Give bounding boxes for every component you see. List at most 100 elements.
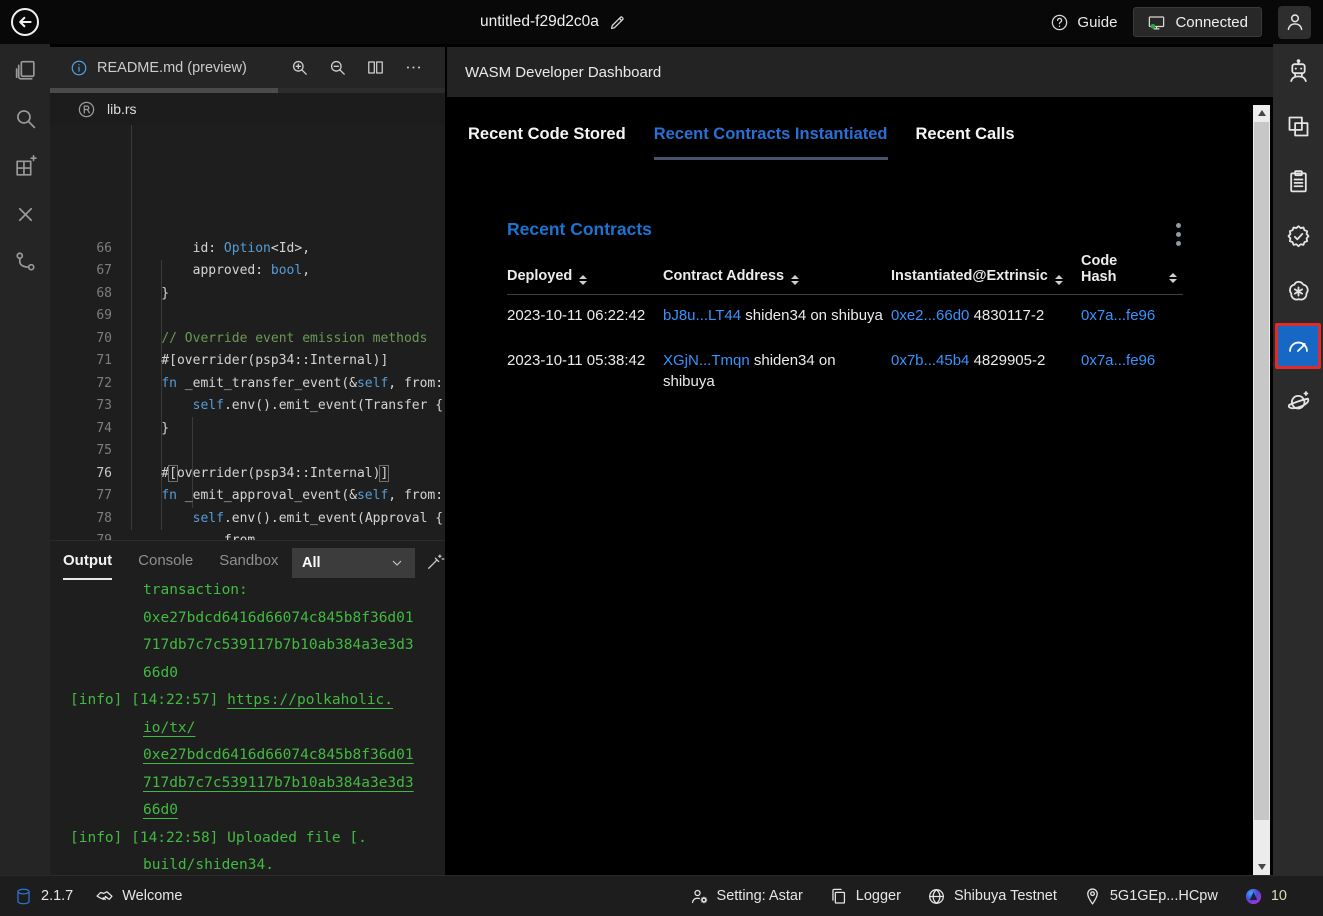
- status-item-logger[interactable]: Logger: [829, 887, 901, 906]
- status-bar-left: 2.1.7 Welcome: [14, 887, 182, 906]
- line-number: 70: [50, 328, 112, 351]
- scroll-up-button[interactable]: [1253, 105, 1270, 121]
- log-output[interactable]: transaction: 0xe27bdcd6416d66074c845b8f36…: [50, 577, 445, 875]
- code-text: }: [130, 283, 169, 306]
- extrinsic-link[interactable]: 0xe2...66d0: [891, 307, 969, 324]
- line-number: 69: [50, 305, 112, 328]
- tab-lib-rs[interactable]: lib.rs: [107, 101, 137, 117]
- edit-title-icon[interactable]: [608, 13, 627, 32]
- line-number: 74: [50, 418, 112, 441]
- log-link[interactable]: https://polkaholic.: [227, 692, 393, 708]
- code-hash-link[interactable]: 0x7a...fe96: [1081, 352, 1155, 369]
- planet-icon[interactable]: [1275, 378, 1321, 424]
- panel-tab-sandbox[interactable]: Sandbox: [219, 552, 278, 571]
- profile-button[interactable]: [1278, 6, 1311, 39]
- code-line: 69: [50, 305, 445, 328]
- contract-address-link[interactable]: XGjN...Tmqn: [663, 352, 750, 369]
- dashboard-tab-recent-calls[interactable]: Recent Calls: [916, 125, 1015, 160]
- files-icon[interactable]: [0, 46, 50, 94]
- robot-icon[interactable]: [1275, 48, 1321, 94]
- split-editor-icon[interactable]: [366, 58, 385, 77]
- column-header-contract-address[interactable]: Contract Address: [663, 253, 891, 295]
- code-editor[interactable]: 66 id: Option<Id>,67 approved: bool,68 }…: [50, 125, 445, 540]
- openai-icon[interactable]: [1275, 268, 1321, 314]
- column-header-code-hash[interactable]: Code Hash: [1081, 253, 1183, 295]
- log-text: transaction:: [143, 582, 248, 598]
- scrollbar-thumb[interactable]: [1254, 122, 1269, 820]
- sort-icon[interactable]: [1169, 273, 1177, 283]
- certificate-badge-icon[interactable]: [1275, 213, 1321, 259]
- code-line: 76 #[overrider(psp34::Internal)]: [50, 463, 445, 486]
- column-header-instantiated-extrinsic[interactable]: Instantiated@Extrinsic: [891, 253, 1081, 295]
- log-filter-value: All: [302, 555, 321, 571]
- more-menu-icon[interactable]: [1174, 221, 1183, 248]
- line-number: 78: [50, 508, 112, 531]
- back-icon[interactable]: [10, 7, 40, 37]
- status-item-welcome[interactable]: Welcome: [95, 887, 182, 906]
- zoom-in-icon[interactable]: [290, 58, 309, 77]
- contracts-table: DeployedContract AddressInstantiated@Ext…: [507, 253, 1183, 406]
- top-bar: untitled-f29d2c0a Guide Connected: [0, 0, 1323, 44]
- status-item-10[interactable]: 10: [1244, 887, 1287, 906]
- dashboard-tab-recent-contracts-instantiated[interactable]: Recent Contracts Instantiated: [654, 125, 888, 160]
- code-text: self.env().emit_event(Transfer { f: [130, 395, 445, 418]
- code-hash-link[interactable]: 0x7a...fe96: [1081, 307, 1155, 324]
- line-number: 75: [50, 440, 112, 463]
- extrinsic-link[interactable]: 0x7b...45b4: [891, 352, 969, 369]
- log-line: 717db7c7c539117b7b10ab384a3e3d3: [50, 770, 445, 798]
- collapse-icon[interactable]: [0, 190, 50, 238]
- log-link[interactable]: io/tx/: [143, 720, 195, 736]
- panel-tab-console[interactable]: Console: [138, 552, 193, 571]
- grid-plus-icon[interactable]: [0, 142, 50, 190]
- preview-tab-bar: README.md (preview): [50, 47, 445, 88]
- question-circle-icon: [1050, 13, 1069, 32]
- more-actions-icon[interactable]: [404, 58, 423, 77]
- code-hash-cell: 0x7a...fe96: [1081, 295, 1183, 340]
- contract-address-link[interactable]: bJ8u...LT44: [663, 307, 741, 324]
- log-link[interactable]: 717db7c7c539117b7b10ab384a3e3d3: [143, 775, 414, 791]
- logger-icon: [829, 887, 848, 906]
- column-header-deployed[interactable]: Deployed: [507, 253, 663, 295]
- code-line: 78 self.env().emit_event(Approval {: [50, 508, 445, 531]
- handshake-icon: [95, 887, 114, 906]
- code-text: #[overrider(psp34::Internal)]: [130, 350, 388, 373]
- extrinsic-cell: 0xe2...66d0 4830117-2: [891, 295, 1081, 340]
- git-branch-icon[interactable]: [0, 238, 50, 286]
- clear-output-icon[interactable]: [425, 552, 445, 572]
- deployed-cell: 2023-10-11 06:22:42: [507, 295, 663, 340]
- editor-region: README.md (preview) lib.rs 66 id: Option…: [50, 47, 445, 875]
- guide-label: Guide: [1077, 14, 1117, 31]
- column-label: Instantiated@Extrinsic: [891, 268, 1048, 284]
- status-item-shibuya-testnet[interactable]: Shibuya Testnet: [927, 887, 1057, 906]
- guide-button[interactable]: Guide: [1050, 13, 1117, 32]
- log-link[interactable]: 0xe27bdcd6416d66074c845b8f36d01: [143, 747, 414, 763]
- sort-icon[interactable]: [1055, 275, 1063, 285]
- dashboard-tab-recent-code-stored[interactable]: Recent Code Stored: [468, 125, 626, 160]
- tab-readme-preview[interactable]: README.md (preview): [97, 60, 247, 76]
- status-item-setting-astar[interactable]: Setting: Astar: [690, 887, 803, 906]
- extrinsic-cell: 0x7b...45b4 4829905-2: [891, 340, 1081, 406]
- dashboard-panel: Recent Code Stored Recent Contracts Insta…: [447, 97, 1253, 875]
- panel-tab-output[interactable]: Output: [63, 552, 112, 571]
- zoom-out-icon[interactable]: [328, 58, 347, 77]
- search-icon[interactable]: [0, 94, 50, 142]
- page-title: untitled-f29d2c0a: [480, 13, 599, 31]
- log-text: 717db7c7c539117b7b10ab384a3e3d3: [143, 637, 414, 653]
- line-number: 73: [50, 395, 112, 418]
- section-title: Recent Contracts: [507, 219, 652, 240]
- contract-address-cell: XGjN...Tmqn shiden34 on shibuya: [663, 340, 891, 406]
- sort-icon[interactable]: [791, 275, 799, 285]
- sort-icon[interactable]: [579, 275, 587, 285]
- log-link[interactable]: 66d0: [143, 802, 178, 818]
- frames-icon[interactable]: [1275, 103, 1321, 149]
- connected-button[interactable]: Connected: [1133, 7, 1262, 37]
- log-filter-select[interactable]: All: [292, 548, 415, 578]
- status-item-5g1gep-hcpw[interactable]: 5G1GEp...HCpw: [1083, 887, 1218, 906]
- status-label: Logger: [856, 888, 901, 904]
- code-text: fn _emit_approval_event(&self, from: A: [130, 485, 445, 508]
- log-line: 0xe27bdcd6416d66074c845b8f36d01: [50, 605, 445, 633]
- clipboard-icon[interactable]: [1275, 158, 1321, 204]
- gauge-dashboard-icon[interactable]: [1275, 323, 1321, 369]
- scroll-down-button[interactable]: [1253, 859, 1270, 875]
- status-item-2-1-7[interactable]: 2.1.7: [14, 887, 73, 906]
